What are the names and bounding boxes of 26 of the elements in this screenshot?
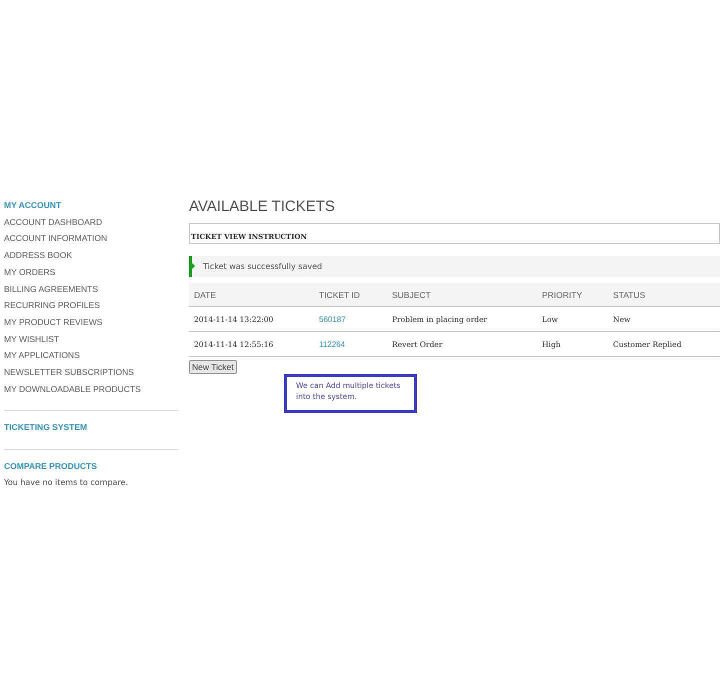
sidebar-link[interactable]: MY APPLICATIONS <box>4 347 178 364</box>
sidebar-link[interactable]: MY PRODUCT REVIEWS <box>4 314 178 331</box>
page-title: AVAILABLE TICKETS <box>189 197 336 217</box>
success-marker-icon <box>189 256 192 277</box>
sidebar-link[interactable]: BILLING AGREEMENTS <box>4 280 178 298</box>
sidebar-link[interactable]: ACCOUNT INFORMATION <box>4 230 178 248</box>
sidebar-heading: COMPARE PRODUCTS <box>4 460 98 474</box>
success-text: Ticket was successfully saved <box>203 262 322 271</box>
column-header: DATE <box>189 283 314 306</box>
sidebar-heading: MY ACCOUNT <box>4 199 62 212</box>
column-header: TICKET ID <box>314 283 387 306</box>
sidebar-link[interactable]: ADDRESS BOOK <box>4 247 178 264</box>
sidebar-link[interactable]: MY DOWNLOADABLE PRODUCTS <box>4 380 178 398</box>
sidebar-heading-link[interactable]: TICKETING SYSTEM <box>4 419 178 436</box>
ticket-link[interactable]: 560187 <box>319 314 346 324</box>
new-ticket-button[interactable]: New Ticket <box>189 360 237 374</box>
sidebar-link[interactable]: ACCOUNT DASHBOARD <box>4 214 178 230</box>
sidebar-link[interactable]: MY ORDERS <box>4 264 178 281</box>
compare-note: You have no items to compare. <box>4 476 130 489</box>
sidebar-link[interactable]: MY WISHLIST <box>4 330 178 348</box>
sidebar-link[interactable]: NEWSLETTER SUBSCRIPTIONS <box>4 364 178 381</box>
column-header: PRIORITY <box>537 283 608 306</box>
column-header: SUBJECT <box>387 283 537 306</box>
ticket-link[interactable]: 112264 <box>319 340 346 348</box>
column-header: STATUS <box>608 283 720 306</box>
sidebar-link[interactable]: RECURRING PROFILES <box>4 297 178 314</box>
